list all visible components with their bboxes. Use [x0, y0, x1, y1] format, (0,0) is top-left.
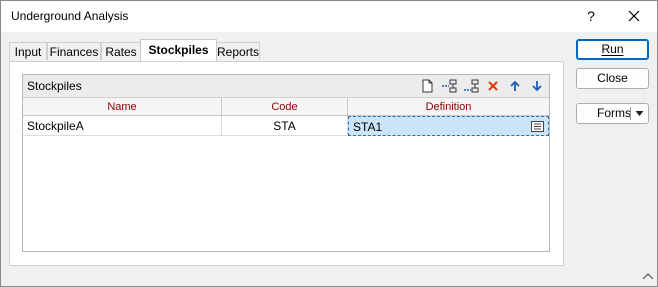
tab-reports[interactable]: Reports	[216, 42, 260, 60]
column-header-definition[interactable]: Definition	[348, 98, 549, 116]
forms-button[interactable]: Forms	[576, 103, 649, 124]
new-file-icon[interactable]	[419, 78, 435, 94]
stockpiles-group-header: Stockpiles	[23, 75, 549, 98]
move-down-icon[interactable]	[529, 78, 545, 94]
help-button[interactable]: ?	[586, 6, 596, 26]
tab-stockpiles[interactable]: Stockpiles	[140, 39, 217, 61]
stockpiles-grid: Name Code Definition StockpileA STA STA1	[23, 98, 549, 251]
tab-rates[interactable]: Rates	[101, 42, 141, 60]
dialog-window: Underground Analysis ? Input Finances Ra…	[0, 0, 658, 287]
window-title: Underground Analysis	[11, 9, 129, 23]
cell-name[interactable]: StockpileA	[23, 116, 222, 136]
stockpiles-group: Stockpiles Name Code Definition Stockpil…	[22, 74, 550, 252]
browse-list-icon[interactable]	[531, 121, 544, 132]
append-row-icon[interactable]	[463, 78, 479, 94]
move-up-icon[interactable]	[507, 78, 523, 94]
close-window-button[interactable]	[621, 6, 647, 26]
run-button[interactable]: Run	[576, 39, 649, 60]
run-button-label: Run	[601, 42, 624, 56]
tab-finances[interactable]: Finances	[47, 42, 101, 60]
stockpiles-group-title: Stockpiles	[27, 79, 82, 93]
forms-button-label: Forms	[597, 106, 631, 120]
title-bar: Underground Analysis ?	[1, 1, 657, 32]
collapse-chevron-icon[interactable]	[641, 269, 655, 283]
stockpiles-tab-panel: Stockpiles Name Code Definition Stockpil…	[9, 61, 564, 266]
close-button[interactable]: Close	[576, 68, 649, 89]
column-header-code[interactable]: Code	[222, 98, 348, 116]
cell-definition[interactable]: STA1	[348, 116, 549, 136]
close-icon	[628, 10, 640, 22]
cell-code[interactable]: STA	[222, 116, 348, 136]
tab-input[interactable]: Input	[9, 42, 47, 60]
column-header-name[interactable]: Name	[23, 98, 222, 116]
forms-separator	[630, 107, 631, 120]
delete-icon[interactable]	[485, 78, 501, 94]
definition-value: STA1	[353, 120, 383, 134]
chevron-down-icon[interactable]	[635, 110, 644, 117]
insert-row-icon[interactable]	[441, 78, 457, 94]
